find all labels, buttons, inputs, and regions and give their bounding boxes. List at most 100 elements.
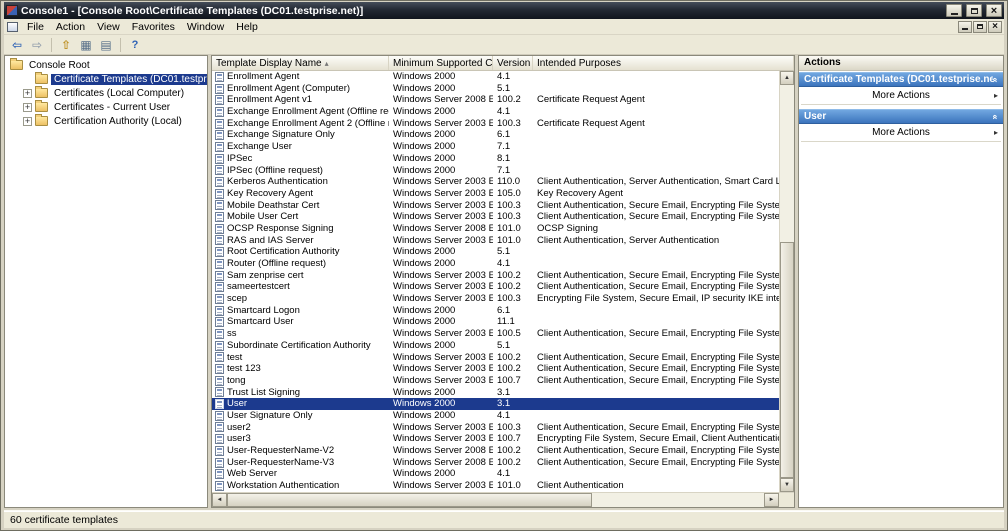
collapse-chevron-icon[interactable]: «	[990, 77, 1000, 82]
table-row[interactable]: Exchange UserWindows 20007.1	[212, 141, 779, 153]
table-row[interactable]: Web ServerWindows 20004.1	[212, 468, 779, 480]
vertical-scrollbar[interactable]: ▲ ▼	[779, 71, 794, 492]
scroll-right-button[interactable]: ►	[764, 493, 779, 507]
table-row[interactable]: Workstation AuthenticationWindows Server…	[212, 480, 779, 492]
more-actions-item[interactable]: More Actions▸	[799, 124, 1003, 141]
table-row[interactable]: Mobile User CertWindows Server 2003 Ent.…	[212, 211, 779, 223]
version-cell: 100.5	[493, 328, 533, 340]
purposes-cell: Client Authentication, Secure Email, Enc…	[533, 270, 779, 282]
show-hide-tree-button[interactable]: ▦	[77, 36, 95, 53]
table-row[interactable]: user3Windows Server 2003 Ent...100.7Encr…	[212, 433, 779, 445]
table-row[interactable]: Enrollment AgentWindows 20004.1	[212, 71, 779, 83]
column-header[interactable]: Template Display Name▴	[212, 56, 389, 70]
purposes-cell: Client Authentication, Secure Email, Enc…	[533, 375, 779, 387]
table-row[interactable]: Enrollment Agent v1Windows Server 2008 E…	[212, 94, 779, 106]
template-name-cell: OCSP Response Signing	[212, 223, 389, 235]
close-button[interactable]: ×	[986, 4, 1002, 17]
table-row[interactable]: sameertestcertWindows Server 2003 Ent...…	[212, 281, 779, 293]
table-row[interactable]: Subordinate Certification AuthorityWindo…	[212, 340, 779, 352]
table-row[interactable]: OCSP Response SigningWindows Server 2008…	[212, 223, 779, 235]
table-row[interactable]: user2Windows Server 2003 Ent...100.3Clie…	[212, 422, 779, 434]
export-list-button[interactable]: ▤	[97, 36, 115, 53]
table-row[interactable]: Exchange Enrollment Agent 2 (Offline req…	[212, 118, 779, 130]
menu-action[interactable]: Action	[50, 20, 91, 34]
certificate-template-icon	[215, 271, 224, 281]
tree-item[interactable]: +Certificates (Local Computer)	[5, 86, 207, 100]
actions-section-header[interactable]: Certificate Templates (DC01.testprise.ne…	[799, 72, 1003, 87]
help-button[interactable]: ?	[126, 36, 144, 53]
menu-help[interactable]: Help	[230, 20, 264, 34]
scroll-left-button[interactable]: ◄	[212, 493, 227, 507]
table-row[interactable]: ssWindows Server 2003 Ent...100.5Client …	[212, 328, 779, 340]
table-row[interactable]: testWindows Server 2003 Ent...100.2Clien…	[212, 352, 779, 364]
table-row[interactable]: IPSec (Offline request)Windows 20007.1	[212, 165, 779, 177]
min-ca-cell: Windows Server 2003 Ent...	[389, 293, 493, 305]
horizontal-scroll-track[interactable]	[227, 493, 764, 507]
tree-item-label: Certification Authority (Local)	[51, 116, 185, 127]
table-row[interactable]: test 123Windows Server 2003 Ent...100.2C…	[212, 363, 779, 375]
template-name: Kerberos Authentication	[227, 176, 328, 188]
forward-button[interactable]: ⇨	[28, 36, 46, 53]
table-row[interactable]: User-RequesterName-V2Windows Server 2008…	[212, 445, 779, 457]
table-row[interactable]: User-RequesterName-V3Windows Server 2008…	[212, 457, 779, 469]
tree-item[interactable]: +Certificates - Current User	[5, 100, 207, 114]
menu-favorites[interactable]: Favorites	[126, 20, 181, 34]
vertical-scroll-track[interactable]	[780, 85, 794, 478]
child-close-button[interactable]: ×	[988, 21, 1002, 33]
expand-icon[interactable]: +	[23, 117, 32, 126]
template-name: sameertestcert	[227, 281, 290, 293]
table-row[interactable]: UserWindows 20003.1	[212, 398, 779, 410]
table-row[interactable]: Mobile Deathstar CertWindows Server 2003…	[212, 200, 779, 212]
table-row[interactable]: Router (Offline request)Windows 20004.1	[212, 258, 779, 270]
table-row[interactable]: Exchange Signature OnlyWindows 20006.1	[212, 129, 779, 141]
table-row[interactable]: Trust List SigningWindows 20003.1	[212, 387, 779, 399]
table-row[interactable]: tongWindows Server 2003 Ent...100.7Clien…	[212, 375, 779, 387]
menu-file[interactable]: File	[21, 20, 50, 34]
template-list-pane: Template Display Name▴Minimum Supported …	[211, 55, 795, 508]
table-row[interactable]: Root Certification AuthorityWindows 2000…	[212, 246, 779, 258]
title-bar[interactable]: Console1 - [Console Root\Certificate Tem…	[4, 2, 1004, 19]
table-row[interactable]: Key Recovery AgentWindows Server 2003 En…	[212, 188, 779, 200]
maximize-button[interactable]	[966, 4, 982, 17]
table-row[interactable]: Sam zenprise certWindows Server 2003 Ent…	[212, 270, 779, 282]
scroll-down-button[interactable]: ▼	[780, 478, 794, 492]
menu-window[interactable]: Window	[181, 20, 230, 34]
template-name-cell: User	[212, 398, 389, 410]
tree-item[interactable]: + Certification Authority (Local)	[5, 114, 207, 128]
table-row[interactable]: IPSecWindows 20008.1	[212, 153, 779, 165]
table-row[interactable]: Kerberos AuthenticationWindows Server 20…	[212, 176, 779, 188]
vertical-scroll-thumb[interactable]	[780, 242, 794, 478]
horizontal-scroll-thumb[interactable]	[227, 493, 592, 507]
more-actions-item[interactable]: More Actions▸	[799, 87, 1003, 104]
menu-view[interactable]: View	[91, 20, 126, 34]
version-cell: 5.1	[493, 83, 533, 95]
purposes-cell: Client Authentication, Secure Email, Enc…	[533, 328, 779, 340]
table-row[interactable]: Enrollment Agent (Computer)Windows 20005…	[212, 83, 779, 95]
certificate-template-icon	[215, 154, 224, 164]
table-row[interactable]: Smartcard UserWindows 200011.1	[212, 316, 779, 328]
collapse-chevron-icon[interactable]: «	[990, 114, 1000, 119]
table-row[interactable]: User Signature OnlyWindows 20004.1	[212, 410, 779, 422]
back-button[interactable]: ⇦	[8, 36, 26, 53]
table-row[interactable]: scepWindows Server 2003 Ent...100.3Encry…	[212, 293, 779, 305]
table-row[interactable]: Smartcard LogonWindows 20006.1	[212, 305, 779, 317]
version-cell: 100.2	[493, 363, 533, 375]
tree-item-console-root[interactable]: Console Root	[5, 58, 207, 72]
mmc-window: Console1 - [Console Root\Certificate Tem…	[0, 0, 1008, 531]
actions-section-header[interactable]: User«	[799, 109, 1003, 124]
column-header[interactable]: Intended Purposes	[533, 56, 794, 70]
minimize-button[interactable]	[946, 4, 962, 17]
template-name: Mobile Deathstar Cert	[227, 200, 319, 212]
column-header[interactable]: Version	[493, 56, 533, 70]
table-row[interactable]: RAS and IAS ServerWindows Server 2003 En…	[212, 235, 779, 247]
expand-icon[interactable]: +	[23, 103, 32, 112]
child-minimize-button[interactable]	[958, 21, 972, 33]
scroll-up-button[interactable]: ▲	[780, 71, 794, 85]
horizontal-scrollbar[interactable]: ◄ ►	[212, 493, 779, 507]
tree-item[interactable]: Certificate Templates (DC01.testprise.ne…	[5, 72, 207, 86]
up-one-level-button[interactable]: ⇧	[57, 36, 75, 53]
expand-icon[interactable]: +	[23, 89, 32, 98]
column-header[interactable]: Minimum Supported CAs	[389, 56, 493, 70]
child-restore-button[interactable]	[973, 21, 987, 33]
table-row[interactable]: Exchange Enrollment Agent (Offline reque…	[212, 106, 779, 118]
